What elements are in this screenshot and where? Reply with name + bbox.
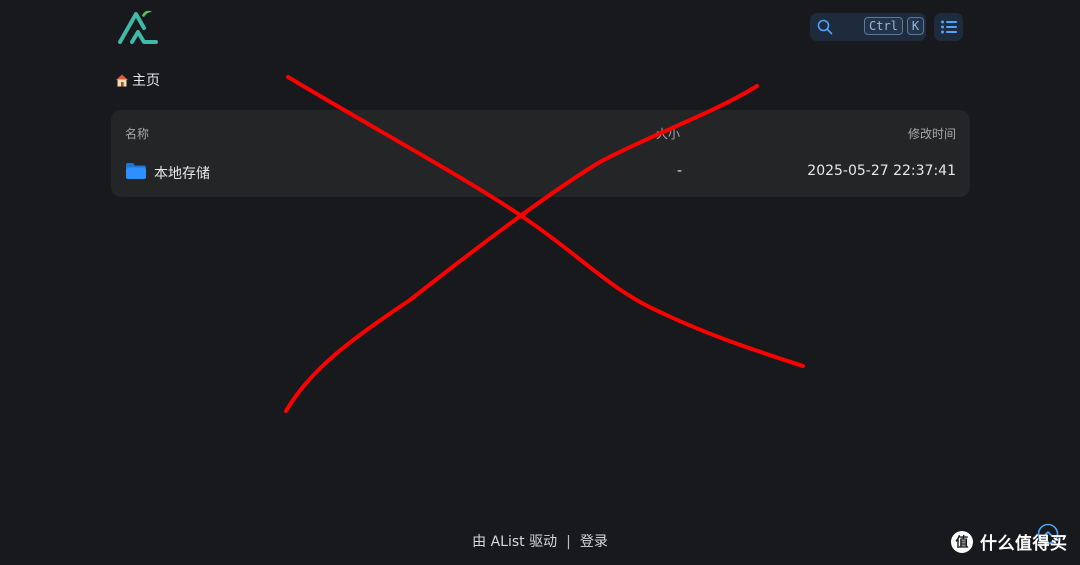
- search-icon: [817, 19, 833, 35]
- watermark-logo-icon: 值: [951, 530, 973, 553]
- shortcut-key-ctrl: Ctrl: [864, 17, 903, 35]
- footer: 由 AList 驱动 | 登录: [0, 531, 1080, 551]
- shortcut-key-k: K: [906, 17, 925, 35]
- alist-logo-icon[interactable]: [116, 8, 160, 46]
- file-modified-time: 2025-05-27 22:37:41: [807, 163, 956, 179]
- footer-separator: |: [566, 534, 571, 550]
- red-cross-annotation: [284, 75, 805, 413]
- file-name-link[interactable]: 本地存储: [154, 163, 210, 183]
- powered-by-link[interactable]: 由 AList 驱动: [472, 534, 557, 550]
- file-size: -: [677, 163, 683, 179]
- column-header-name[interactable]: 名称: [125, 125, 149, 142]
- folder-icon: [126, 163, 146, 179]
- watermark-text: 什么值得买: [980, 534, 1068, 554]
- file-list-panel: 名称 大小 修改时间 本地存储 - 2025-05-27 22:37:41: [111, 110, 970, 197]
- site-watermark: 值 什么值得买: [950, 529, 1068, 554]
- column-header-size[interactable]: 大小: [656, 125, 680, 142]
- search-button[interactable]: Ctrl K: [810, 13, 926, 41]
- column-header-modified[interactable]: 修改时间: [908, 125, 956, 142]
- breadcrumb: 主页: [114, 70, 160, 90]
- table-row[interactable]: 本地存储 - 2025-05-27 22:37:41: [111, 154, 970, 188]
- list-icon: [940, 20, 957, 34]
- watermark-badge-text: 值: [955, 534, 968, 550]
- home-icon: [116, 74, 128, 87]
- login-link[interactable]: 登录: [580, 534, 608, 550]
- search-shortcut: Ctrl K: [864, 17, 925, 35]
- layout-list-button[interactable]: [934, 13, 963, 41]
- breadcrumb-home-link[interactable]: 主页: [132, 70, 160, 90]
- file-browser-page: Ctrl K 主页 名称 大小 修改时间 本地存储 - 2025-05-27 2…: [0, 0, 1080, 565]
